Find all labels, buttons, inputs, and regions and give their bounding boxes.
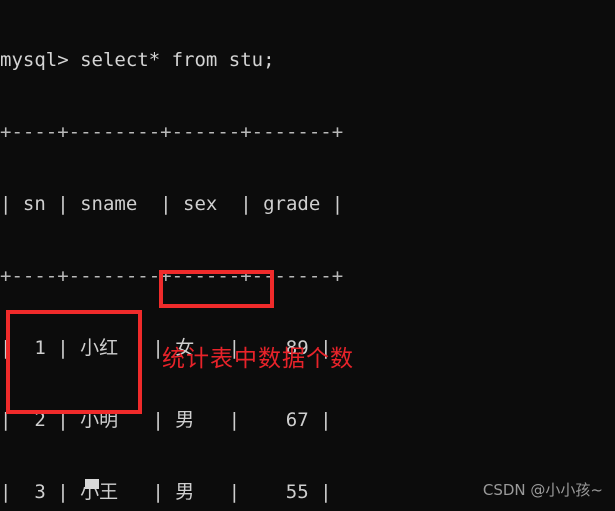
terminal-line-prompt-1: mysql> select* from stu; [0,49,275,71]
table-row: | 2 | 小明 | 男 | 67 | [0,409,332,431]
terminal-cursor [85,479,99,489]
table1-header-rule: +----+--------+------+-------+ [0,265,344,287]
terminal-output[interactable]: mysql> select* from stu; +----+--------+… [0,0,615,511]
watermark-label: CSDN @小小孩~ [482,481,603,499]
annotation-note: 统计表中数据个数 [162,346,354,372]
terminal-window: mysql> select* from stu; +----+--------+… [0,0,615,511]
table1-header-row: | sn | sname | sex | grade | [0,193,344,215]
table1-top-rule: +----+--------+------+-------+ [0,121,344,143]
